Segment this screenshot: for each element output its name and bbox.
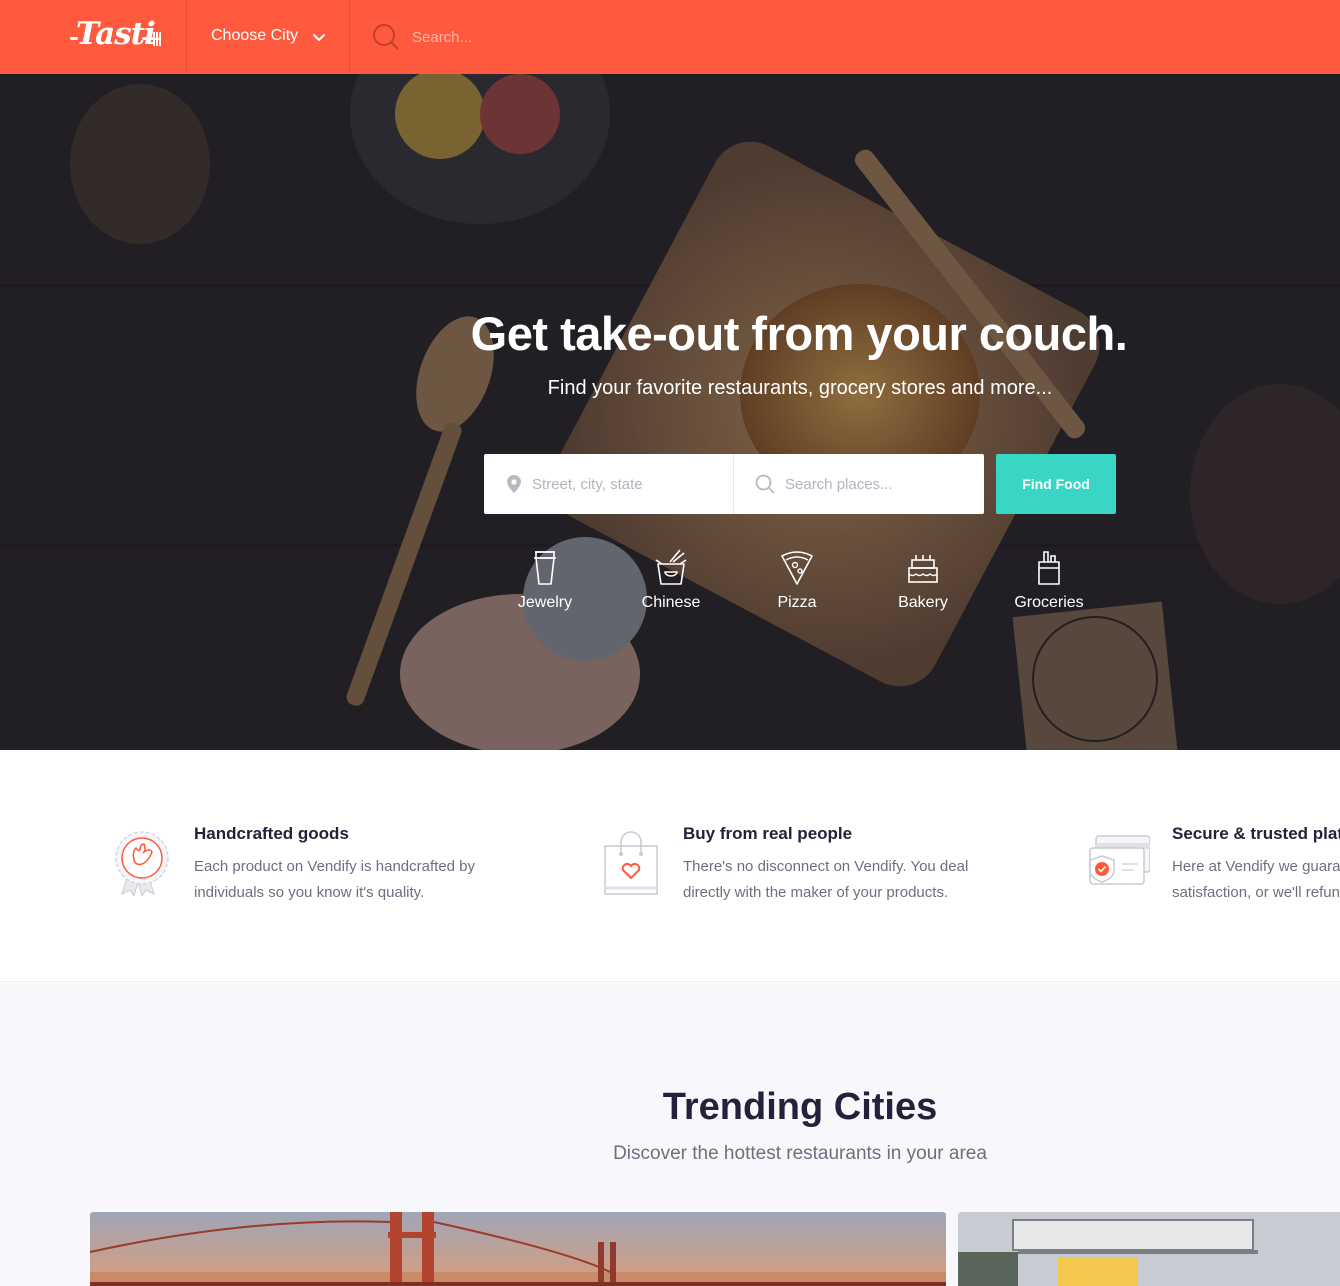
places-search-input[interactable] bbox=[785, 469, 975, 499]
cake-icon bbox=[908, 555, 938, 583]
category-pizza[interactable]: Pizza bbox=[734, 544, 860, 624]
category-groceries[interactable]: Groceries bbox=[986, 544, 1112, 624]
navbar-search bbox=[350, 0, 1330, 74]
pizza-slice-icon bbox=[781, 551, 813, 585]
category-label: Bakery bbox=[898, 594, 948, 611]
choose-city-label: Choose City bbox=[211, 27, 299, 44]
feature-description: There's no disconnect on Vendify. You de… bbox=[683, 858, 969, 901]
food-search-panel bbox=[484, 454, 984, 514]
category-chinese[interactable]: Chinese bbox=[608, 544, 734, 624]
search-icon[interactable] bbox=[372, 23, 400, 51]
choose-city-dropdown[interactable]: Choose City bbox=[187, 0, 349, 74]
hero-overlay bbox=[0, 74, 1340, 750]
location-pin-icon bbox=[507, 475, 521, 493]
feature-title: Handcrafted goods bbox=[194, 824, 349, 843]
search-icon bbox=[755, 474, 775, 494]
feature-description-line: Here at Vendify we guarantee bbox=[1172, 858, 1340, 875]
feature-handcrafted: Handcrafted goods Each product on Vendif… bbox=[104, 820, 564, 920]
category-jewelry[interactable]: Jewelry bbox=[482, 544, 608, 624]
shopping-bag-heart-icon bbox=[604, 831, 658, 895]
category-label: Jewelry bbox=[517, 594, 573, 611]
trending-cities-section: Trending Cities Discover the hottest res… bbox=[0, 983, 1340, 1286]
cup-icon bbox=[534, 551, 556, 585]
category-bakery[interactable]: Bakery bbox=[860, 544, 986, 624]
takeout-box-icon bbox=[655, 549, 687, 585]
city-card-image bbox=[90, 1212, 946, 1286]
city-card[interactable] bbox=[958, 1212, 1340, 1286]
location-input[interactable] bbox=[532, 469, 722, 499]
top-navbar: Tasti Choose City bbox=[0, 0, 1340, 74]
feature-description-line: satisfaction, or we'll refund bbox=[1172, 884, 1340, 901]
chevron-down-icon bbox=[313, 34, 325, 42]
feature-title: Buy from real people bbox=[683, 824, 853, 843]
trending-subtitle: Discover the hottest restaurants in your… bbox=[613, 1143, 987, 1164]
secure-card-icon bbox=[1089, 835, 1150, 885]
city-card[interactable] bbox=[90, 1212, 946, 1286]
grocery-bag-icon bbox=[1038, 551, 1060, 585]
category-label: Pizza bbox=[777, 594, 817, 611]
navbar-search-input[interactable] bbox=[412, 22, 812, 52]
location-field bbox=[484, 454, 734, 514]
category-label: Chinese bbox=[641, 594, 701, 611]
feature-title: Secure & trusted platform bbox=[1172, 824, 1340, 843]
feature-description: Here at Vendify we guarantee satisfaction… bbox=[1172, 854, 1340, 906]
trending-title: Trending Cities bbox=[662, 1086, 938, 1128]
category-list: Jewelry Chinese Pizza Bakery Groceries bbox=[482, 544, 1112, 624]
hero-title: Get take-out from your couch. bbox=[470, 307, 1128, 360]
find-food-button[interactable]: Find Food bbox=[996, 454, 1116, 514]
features-section: Handcrafted goods Each product on Vendif… bbox=[0, 750, 1340, 982]
hero-section: Get take-out from your couch. Find your … bbox=[0, 74, 1340, 750]
hero-subtitle: Find your favorite restaurants, grocery … bbox=[547, 377, 1053, 399]
city-card-image bbox=[958, 1212, 1340, 1286]
handcrafted-badge-icon bbox=[115, 831, 169, 896]
feature-secure: Secure & trusted platform Here at Vendif… bbox=[1082, 820, 1340, 920]
places-field bbox=[735, 454, 984, 514]
category-label: Groceries bbox=[1014, 594, 1084, 611]
tasti-logo[interactable]: Tasti bbox=[66, 14, 166, 58]
feature-real-people: Buy from real people There's no disconne… bbox=[593, 820, 1053, 920]
logo-text: Tasti bbox=[76, 16, 156, 52]
feature-description: Each product on Vendify is handcrafted b… bbox=[194, 858, 476, 901]
